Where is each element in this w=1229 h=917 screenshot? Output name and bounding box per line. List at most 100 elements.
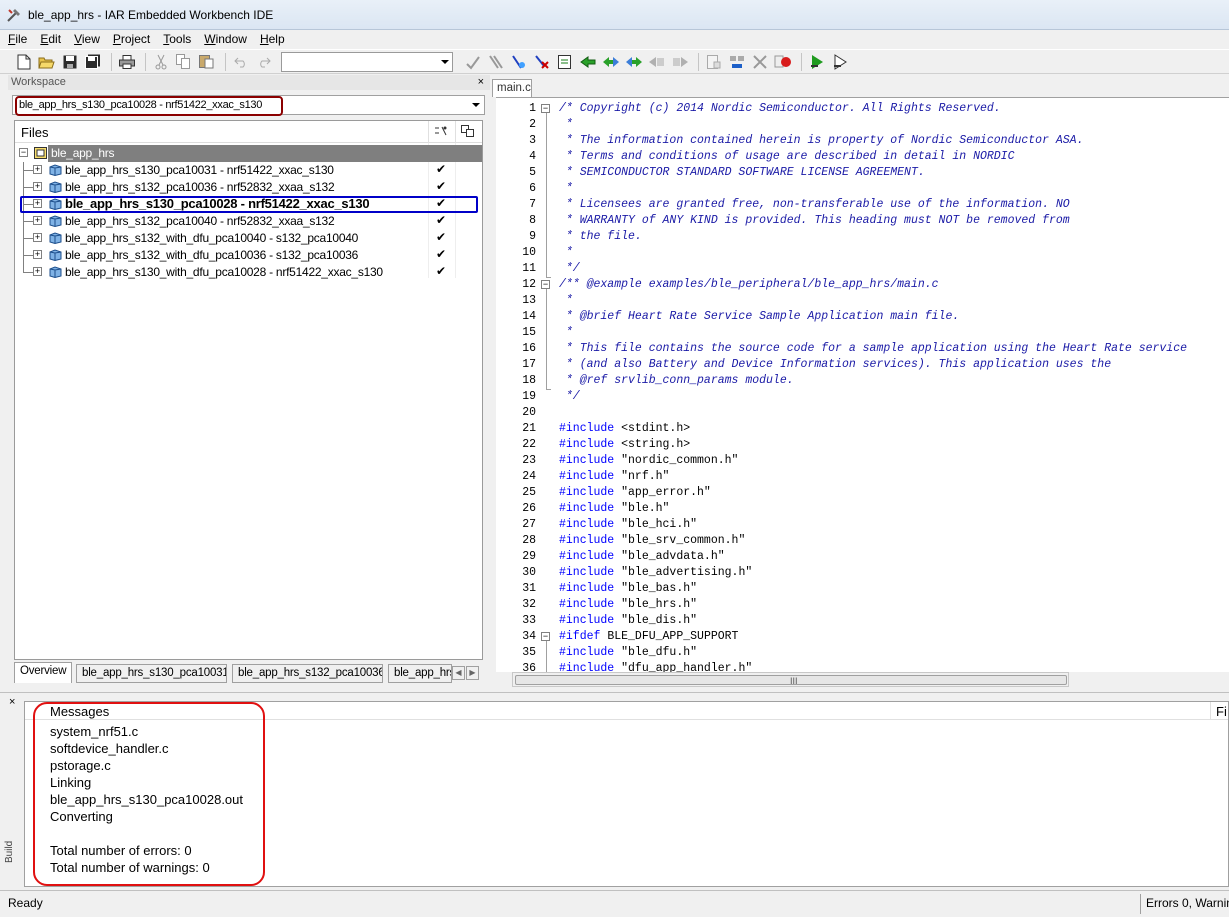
tree-item-project[interactable]: + ble_app_hrs_s132_with_dfu_pca10036 - s1… xyxy=(15,247,482,264)
tab-project-pca10036[interactable]: ble_app_hrs_s132_pca10036 xyxy=(232,664,383,683)
download-and-debug-icon[interactable] xyxy=(807,52,826,71)
build-column-icon[interactable] xyxy=(461,125,475,140)
line-number: 14 xyxy=(522,310,536,323)
collapse-icon[interactable]: − xyxy=(19,148,28,157)
stop-build-icon[interactable] xyxy=(750,52,769,71)
menu-window[interactable]: Window xyxy=(204,32,247,46)
compile-icon[interactable] xyxy=(704,52,723,71)
code-argument: "ble.h" xyxy=(614,502,670,515)
tree-item-label: ble_app_hrs_s132_with_dfu_pca10040 - s13… xyxy=(65,231,359,245)
expand-icon[interactable]: + xyxy=(33,165,42,174)
tree-item-project[interactable]: + ble_app_hrs_s132_pca10036 - nrf52832_xx… xyxy=(15,179,482,196)
toggle-breakpoint-icon[interactable] xyxy=(773,52,792,71)
line-number: 35 xyxy=(522,646,536,659)
find-icon[interactable] xyxy=(509,52,528,71)
code-line: 20 xyxy=(496,405,1229,421)
menu-project[interactable]: Project xyxy=(113,32,150,46)
preprocessor-keyword: #include xyxy=(559,550,615,563)
scrollbar-thumb[interactable]: III xyxy=(515,675,1067,686)
debug-without-download-icon[interactable] xyxy=(830,52,849,71)
code-argument: "ble_advertising.h" xyxy=(614,566,753,579)
build-tab-label[interactable]: Build xyxy=(4,841,15,863)
tree-connector xyxy=(23,272,33,273)
editor-horizontal-scrollbar[interactable]: III xyxy=(512,672,1069,687)
cut-icon[interactable] xyxy=(151,52,170,71)
code-argument: BLE_DFU_APP_SUPPORT xyxy=(600,630,739,643)
go-back-icon[interactable] xyxy=(647,52,666,71)
code-editor[interactable]: 1−/* Copyright (c) 2014 Nordic Semicondu… xyxy=(496,97,1229,672)
next-bookmark-icon[interactable] xyxy=(486,52,505,71)
fold-collapse-icon[interactable]: − xyxy=(541,632,550,641)
undo-icon[interactable] xyxy=(231,52,250,71)
code-text: #include "ble_advertising.h" xyxy=(559,566,752,579)
annotation-highlight xyxy=(15,96,283,116)
close-icon[interactable]: × xyxy=(9,696,15,708)
project-icon xyxy=(49,164,62,177)
code-text: #include "nordic_common.h" xyxy=(559,454,738,467)
expand-icon[interactable]: + xyxy=(33,182,42,191)
expand-icon[interactable]: + xyxy=(33,267,42,276)
tab-scroll-left-icon[interactable]: ◀ xyxy=(452,666,465,680)
tab-project-truncated[interactable]: ble_app_hrs xyxy=(388,664,452,683)
tab-scroll-right-icon[interactable]: ▶ xyxy=(466,666,479,680)
expand-icon[interactable]: + xyxy=(33,233,42,242)
tree-item-project[interactable]: + ble_app_hrs_s132_pca10040 - nrf52832_xx… xyxy=(15,213,482,230)
line-number: 1 xyxy=(529,102,536,115)
open-folder-icon[interactable] xyxy=(37,52,56,71)
column-divider xyxy=(455,121,456,143)
tree-item-label: ble_app_hrs_s130_pca10031 - nrf51422_xxa… xyxy=(65,163,334,177)
save-all-icon[interactable] xyxy=(83,52,102,71)
tree-item-project[interactable]: + ble_app_hrs_s130_with_dfu_pca10028 - nr… xyxy=(15,264,482,281)
redo-icon[interactable] xyxy=(254,52,273,71)
tree-item-project[interactable]: + ble_app_hrs_s132_with_dfu_pca10040 - s1… xyxy=(15,230,482,247)
line-number: 11 xyxy=(522,262,536,275)
menu-tools[interactable]: Tools xyxy=(163,32,191,46)
tree-item-project[interactable]: + ble_app_hrs_s130_pca10031 - nrf51422_xx… xyxy=(15,162,482,179)
code-text: /* Copyright (c) 2014 Nordic Semiconduct… xyxy=(559,102,1001,115)
menu-file[interactable]: File xyxy=(8,32,27,46)
navigate-back-icon[interactable] xyxy=(601,52,620,71)
tab-main-c[interactable]: main.c xyxy=(492,79,532,97)
menu-bar: File Edit View Project Tools Window Help xyxy=(0,30,1229,48)
code-text: #include "ble.h" xyxy=(559,502,669,515)
code-line: 23 #include "nordic_common.h" xyxy=(496,453,1229,469)
build-checkmark-icon: ✔ xyxy=(436,230,447,244)
go-to-icon[interactable] xyxy=(555,52,574,71)
expand-icon[interactable]: + xyxy=(33,216,42,225)
go-forward-icon[interactable] xyxy=(670,52,689,71)
configuration-select[interactable]: ble_app_hrs_s130_pca10028 - nrf51422_xxa… xyxy=(12,95,485,116)
menu-edit[interactable]: Edit xyxy=(40,32,61,46)
line-number: 24 xyxy=(522,470,536,483)
toggle-bookmark-icon[interactable] xyxy=(463,52,482,71)
menu-view[interactable]: View xyxy=(74,32,100,46)
tab-overview[interactable]: Overview xyxy=(14,662,72,683)
make-icon[interactable] xyxy=(727,52,746,71)
find-in-files-icon[interactable] xyxy=(532,52,551,71)
line-number: 2 xyxy=(529,118,536,131)
find-combo[interactable] xyxy=(281,51,453,72)
close-icon[interactable]: × xyxy=(478,75,484,90)
toolbar-separator xyxy=(225,52,226,71)
fold-collapse-icon[interactable]: − xyxy=(541,104,550,113)
preprocessor-keyword: #include xyxy=(559,662,615,672)
new-file-icon[interactable] xyxy=(14,52,33,71)
options-column-icon[interactable] xyxy=(434,125,448,140)
print-icon[interactable] xyxy=(117,52,136,71)
menu-help[interactable]: Help xyxy=(260,32,285,46)
tab-project-pca10031[interactable]: ble_app_hrs_s130_pca10031 xyxy=(76,664,227,683)
navigate-forward-icon[interactable] xyxy=(624,52,643,71)
code-text: #include <stdint.h> xyxy=(559,422,690,435)
workspace-header: Workspace × xyxy=(8,75,490,90)
line-number: 28 xyxy=(522,534,536,547)
fold-collapse-icon[interactable]: − xyxy=(541,280,550,289)
copy-icon[interactable] xyxy=(174,52,193,71)
tree-root-workspace[interactable]: − ble_app_hrs xyxy=(15,145,482,162)
navigate-icon[interactable] xyxy=(578,52,597,71)
code-argument: "ble_dis.h" xyxy=(614,614,698,627)
code-text: * Terms and conditions of usage are desc… xyxy=(559,150,1015,163)
preprocessor-keyword: #include xyxy=(559,454,615,467)
expand-icon[interactable]: + xyxy=(33,250,42,259)
code-text: * xyxy=(559,246,573,259)
paste-icon[interactable] xyxy=(197,52,216,71)
save-icon[interactable] xyxy=(60,52,79,71)
